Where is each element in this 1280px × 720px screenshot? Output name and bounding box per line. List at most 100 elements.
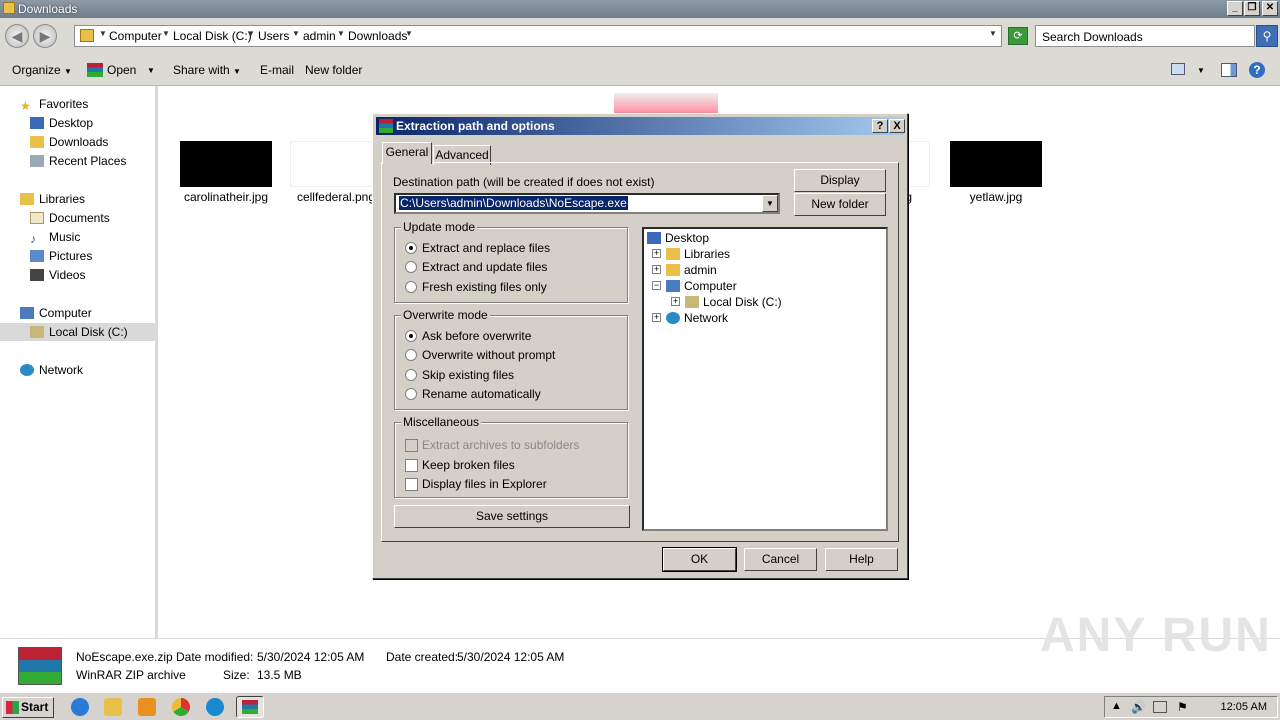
tree-network[interactable]: Network bbox=[666, 310, 728, 326]
file-name[interactable]: carolinatheir.jpg bbox=[171, 190, 281, 204]
close-button[interactable]: ✕ bbox=[1262, 1, 1278, 16]
crumb-computer[interactable]: Computer bbox=[109, 29, 162, 43]
sidebar-network[interactable]: Network bbox=[20, 361, 83, 379]
winrar-task-button[interactable] bbox=[236, 696, 264, 718]
help-icon[interactable]: ? bbox=[1249, 62, 1265, 78]
new-folder-button[interactable]: New folder bbox=[305, 63, 362, 77]
explorer-icon[interactable] bbox=[104, 698, 122, 716]
crumb-downloads[interactable]: Downloads bbox=[348, 29, 407, 43]
chevron-down-icon[interactable]: ▼ bbox=[762, 195, 778, 212]
address-history-icon[interactable]: ▼ bbox=[989, 29, 997, 38]
tab-general[interactable]: General bbox=[382, 142, 432, 164]
save-settings-button[interactable]: Save settings bbox=[394, 505, 630, 528]
radio-ask-overwrite[interactable]: Ask before overwrite bbox=[403, 328, 531, 344]
preview-pane-icon[interactable] bbox=[1221, 63, 1237, 77]
update-mode-group: Update mode Extract and replace files Ex… bbox=[394, 220, 628, 303]
folder-icon bbox=[3, 2, 15, 14]
tree-label: Local Disk (C:) bbox=[703, 295, 782, 309]
forward-button[interactable]: ▶ bbox=[33, 24, 57, 48]
address-input[interactable]: ▼ Computer ▼ Local Disk (C:) ▼ Users ▼ a… bbox=[74, 25, 1002, 47]
help-button[interactable]: Help bbox=[825, 548, 898, 571]
radio-extract-replace[interactable]: Extract and replace files bbox=[403, 240, 550, 256]
search-icon[interactable]: ⚲ bbox=[1256, 25, 1278, 47]
clock[interactable]: 12:05 AM bbox=[1221, 701, 1267, 713]
radio-skip-existing[interactable]: Skip existing files bbox=[403, 367, 514, 383]
sidebar-label: Downloads bbox=[49, 135, 109, 149]
chevron-down-icon[interactable]: ▼ bbox=[292, 29, 300, 38]
radio-rename-auto[interactable]: Rename automatically bbox=[403, 386, 541, 402]
file-name[interactable]: yetlaw.jpg bbox=[941, 190, 1051, 204]
sidebar-item-local-disk[interactable]: Local Disk (C:) bbox=[0, 323, 156, 341]
media-player-icon[interactable] bbox=[138, 698, 156, 716]
sidebar-item-videos[interactable]: Videos bbox=[30, 266, 85, 284]
start-button[interactable]: Start bbox=[2, 697, 54, 718]
organize-button[interactable]: Organize ▼ bbox=[12, 63, 72, 77]
share-with-button[interactable]: Share with ▼ bbox=[173, 63, 241, 77]
chevron-down-icon[interactable]: ▼ bbox=[1197, 66, 1205, 75]
crumb-users[interactable]: Users bbox=[258, 29, 289, 43]
sidebar-item-pictures[interactable]: Pictures bbox=[30, 247, 92, 265]
search-input[interactable]: Search Downloads bbox=[1035, 25, 1255, 47]
chevron-down-icon[interactable]: ▼ bbox=[337, 29, 345, 38]
view-options-icon[interactable] bbox=[1171, 63, 1185, 75]
tree-libraries[interactable]: Libraries bbox=[666, 246, 730, 262]
minimize-button[interactable]: _ bbox=[1227, 1, 1243, 16]
chevron-down-icon[interactable]: ▼ bbox=[99, 29, 107, 38]
file-thumbnail[interactable] bbox=[180, 141, 272, 187]
back-button[interactable]: ◀ bbox=[5, 24, 29, 48]
sidebar-item-recent[interactable]: Recent Places bbox=[30, 152, 126, 170]
sidebar-label: Local Disk (C:) bbox=[49, 325, 128, 339]
radio-extract-update[interactable]: Extract and update files bbox=[403, 259, 547, 275]
refresh-button[interactable]: ⟳ bbox=[1008, 27, 1028, 45]
network-tray-icon[interactable] bbox=[1153, 701, 1167, 713]
ie-icon[interactable] bbox=[71, 698, 89, 716]
radio-fresh-existing[interactable]: Fresh existing files only bbox=[403, 279, 547, 295]
crumb-admin[interactable]: admin bbox=[303, 29, 336, 43]
radio-overwrite-no-prompt[interactable]: Overwrite without prompt bbox=[403, 347, 555, 363]
tree-local-disk[interactable]: Local Disk (C:) bbox=[685, 294, 782, 310]
context-help-button[interactable]: ? bbox=[872, 119, 888, 133]
show-hidden-icons-icon[interactable]: ▲ bbox=[1111, 700, 1122, 712]
open-button[interactable]: Open bbox=[87, 63, 136, 77]
tree-admin[interactable]: admin bbox=[666, 262, 717, 278]
action-center-icon[interactable]: ⚑ bbox=[1177, 700, 1188, 714]
checkbox-display-explorer[interactable]: Display files in Explorer bbox=[403, 476, 547, 492]
expand-icon[interactable]: + bbox=[652, 313, 661, 322]
sidebar-libraries[interactable]: Libraries bbox=[20, 190, 85, 208]
sidebar-item-downloads[interactable]: Downloads bbox=[30, 133, 108, 151]
dialog-close-button[interactable]: X bbox=[889, 119, 905, 133]
sidebar-item-documents[interactable]: Documents bbox=[30, 209, 110, 227]
expand-icon[interactable]: + bbox=[671, 297, 680, 306]
new-folder-button[interactable]: New folder bbox=[794, 193, 886, 216]
email-button[interactable]: E-mail bbox=[260, 63, 294, 77]
cancel-button[interactable]: Cancel bbox=[744, 548, 817, 571]
chevron-down-icon[interactable]: ▼ bbox=[162, 29, 170, 38]
edge-icon[interactable] bbox=[206, 698, 224, 716]
destination-path-value: C:\Users\admin\Downloads\NoEscape.exe bbox=[399, 196, 628, 210]
ok-button[interactable]: OK bbox=[662, 547, 737, 572]
details-modified: 5/30/2024 12:05 AM bbox=[257, 650, 365, 664]
chevron-down-icon[interactable]: ▼ bbox=[247, 29, 255, 38]
crumb-local-disk[interactable]: Local Disk (C:) bbox=[173, 29, 252, 43]
expand-icon[interactable]: + bbox=[652, 265, 661, 274]
file-thumbnail[interactable] bbox=[950, 141, 1042, 187]
sidebar-computer[interactable]: Computer bbox=[20, 304, 92, 322]
checkbox-keep-broken[interactable]: Keep broken files bbox=[403, 457, 515, 473]
sidebar-favorites[interactable]: ★ Favorites bbox=[20, 95, 88, 113]
volume-icon[interactable]: 🔊 bbox=[1131, 700, 1146, 714]
sidebar-label: Libraries bbox=[39, 192, 86, 206]
open-dropdown-icon[interactable]: ▼ bbox=[147, 66, 155, 75]
tree-desktop[interactable]: Desktop bbox=[647, 230, 709, 246]
destination-path-input[interactable]: C:\Users\admin\Downloads\NoEscape.exe ▼ bbox=[394, 193, 780, 214]
collapse-icon[interactable]: − bbox=[652, 281, 661, 290]
display-button[interactable]: Display bbox=[794, 169, 886, 192]
restore-button[interactable]: ❐ bbox=[1244, 1, 1260, 16]
chevron-down-icon[interactable]: ▼ bbox=[405, 29, 413, 38]
expand-icon[interactable]: + bbox=[652, 249, 661, 258]
sidebar-item-music[interactable]: ♪ Music bbox=[30, 228, 80, 246]
folder-tree[interactable]: Desktop + Libraries + admin − Computer +… bbox=[642, 227, 888, 531]
sidebar-item-desktop[interactable]: Desktop bbox=[30, 114, 93, 132]
file-thumbnail[interactable] bbox=[290, 141, 382, 187]
tree-computer[interactable]: Computer bbox=[666, 278, 737, 294]
chrome-icon[interactable] bbox=[172, 698, 190, 716]
